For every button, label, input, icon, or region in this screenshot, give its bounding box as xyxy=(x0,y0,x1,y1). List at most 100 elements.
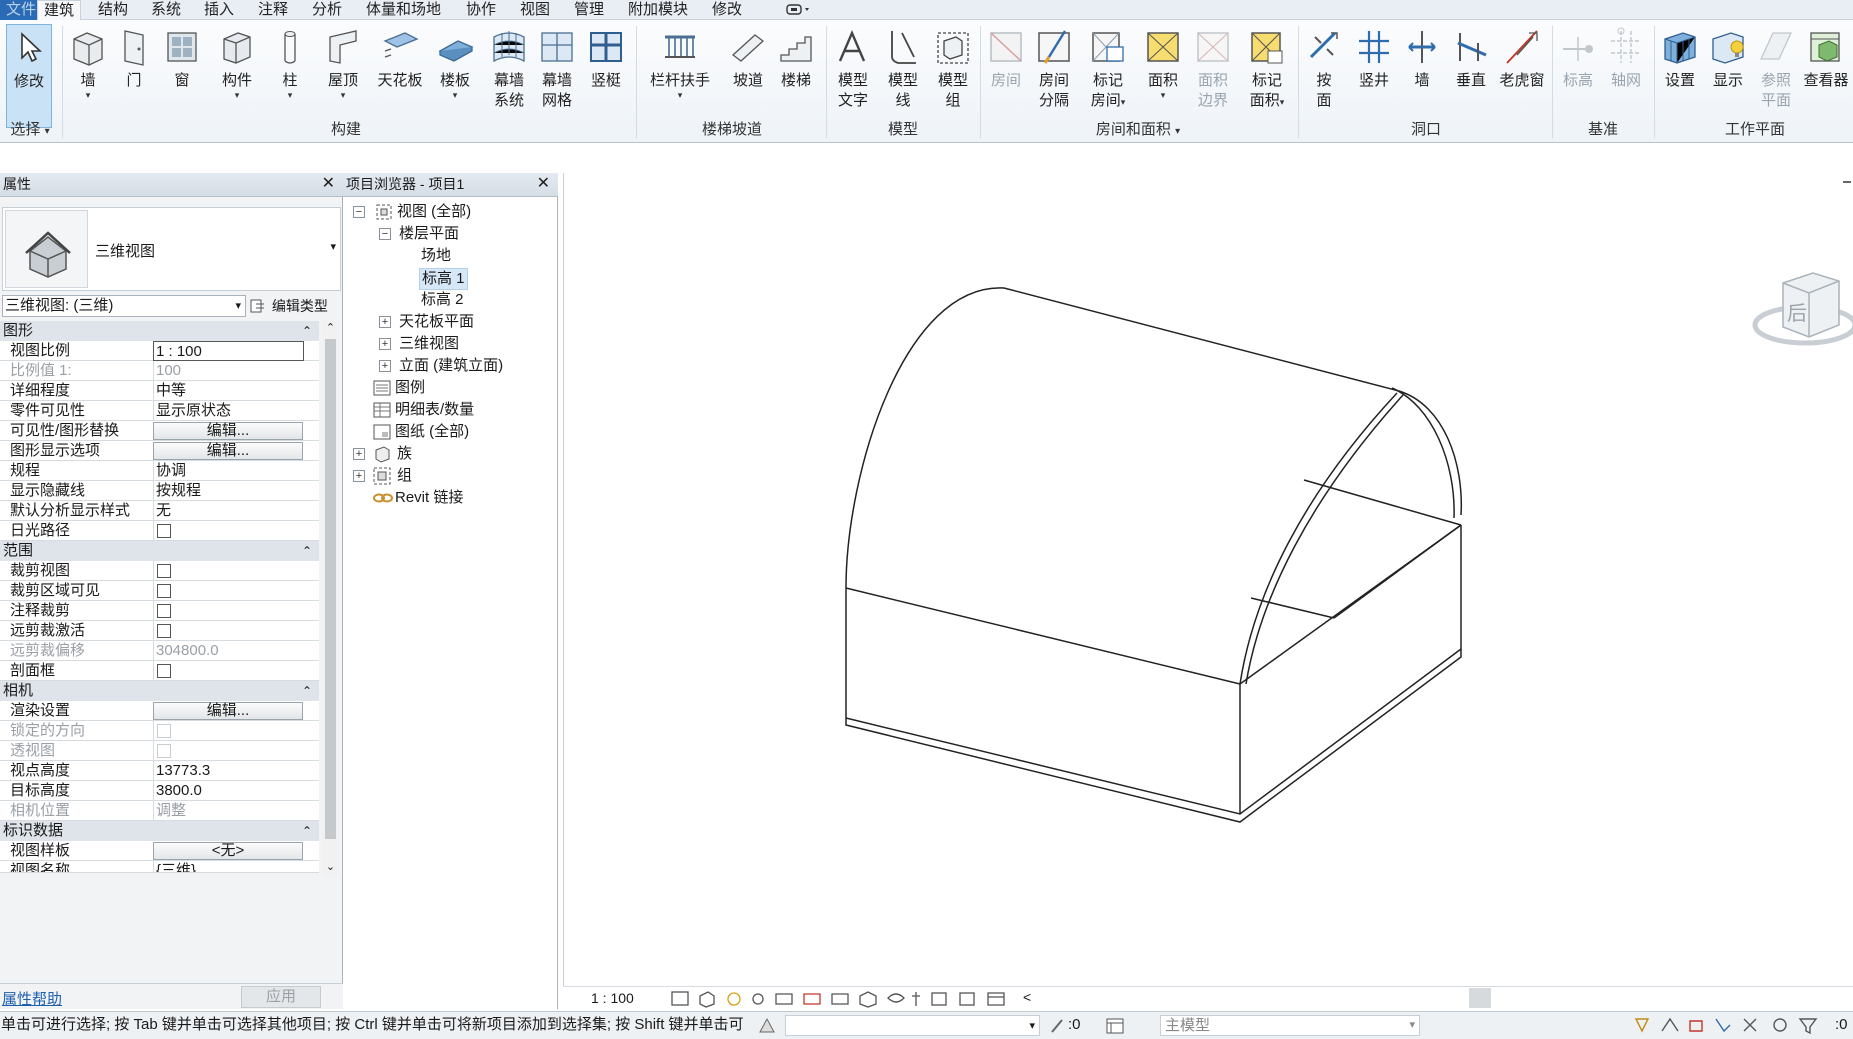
component-button[interactable]: 构件 ▾ xyxy=(214,24,260,128)
tab-options-dropdown[interactable] xyxy=(778,1,820,21)
view-scale-control[interactable]: 1 : 100 xyxy=(591,990,634,1006)
tab-systems[interactable]: 系统 xyxy=(145,0,187,20)
hidden-lines-value[interactable]: 按规程 xyxy=(153,481,303,501)
render-edit-button[interactable]: 编辑... xyxy=(153,702,303,720)
tab-addins[interactable]: 附加模块 xyxy=(622,0,694,20)
tab-structure[interactable]: 结构 xyxy=(92,0,134,20)
modify-button[interactable]: 修改 xyxy=(6,24,52,128)
vaulted-building-model[interactable] xyxy=(564,173,1853,986)
horizontal-scroll-thumb[interactable] xyxy=(1469,988,1491,1008)
column-button[interactable]: 柱 ▾ xyxy=(270,24,310,128)
detail-level-value[interactable]: 中等 xyxy=(153,381,303,401)
sun-path-checkbox[interactable] xyxy=(157,524,171,538)
tab-annotate[interactable]: 注释 xyxy=(252,0,294,20)
apply-button[interactable]: 应用 xyxy=(241,986,321,1008)
model-group-button[interactable]: 模型组 xyxy=(930,24,976,128)
wall-opening-button[interactable]: 墙 xyxy=(1400,24,1444,128)
close-icon[interactable]: ✕ xyxy=(322,175,335,193)
far-clip-checkbox[interactable] xyxy=(157,624,171,638)
collapse-icon[interactable]: − xyxy=(379,228,391,240)
tab-insert[interactable]: 插入 xyxy=(198,0,240,20)
viewcube[interactable]: 后 xyxy=(1743,253,1853,363)
view-template-button[interactable]: <无> xyxy=(153,842,303,860)
dormer-button[interactable]: 老虎窗 xyxy=(1494,24,1550,128)
view-instance-selector[interactable]: 三维视图: (三维) ▾ xyxy=(2,295,246,317)
tab-architecture[interactable]: 建筑 xyxy=(37,0,82,20)
viewer-button[interactable]: 查看器 xyxy=(1800,24,1852,128)
door-button[interactable]: 门 xyxy=(114,24,154,128)
show-workplane-button[interactable]: 显示 xyxy=(1706,24,1750,128)
model-line-button[interactable]: 模型线 xyxy=(880,24,926,128)
properties-help-link[interactable]: 属性帮助 xyxy=(2,988,62,1009)
view-bar-chevron[interactable]: < xyxy=(1023,989,1031,1005)
close-icon[interactable]: ✕ xyxy=(537,175,550,193)
3d-view-canvas[interactable]: 后 xyxy=(563,173,1853,1009)
model-text-button[interactable]: 模型 文字 xyxy=(830,24,876,128)
tag-area-button[interactable]: 标记 面积▾ xyxy=(1242,24,1292,128)
analysis-style-value[interactable]: 无 xyxy=(153,501,303,521)
tab-manage[interactable]: 管理 xyxy=(568,0,610,20)
curtain-grid-button[interactable]: 幕墙 网格 xyxy=(534,24,580,128)
mullion-button[interactable]: 竖梃 xyxy=(584,24,628,128)
tab-modify[interactable]: 修改 xyxy=(706,0,748,20)
room-separator-button[interactable]: 房间 分隔 xyxy=(1030,24,1078,128)
room-panel-label[interactable]: 房间和面积 ▾ xyxy=(984,120,1292,140)
crop-view-checkbox[interactable] xyxy=(157,564,171,578)
set-workplane-button[interactable]: 设置 xyxy=(1658,24,1702,128)
area-boundary-button[interactable]: 面积 边界 xyxy=(1190,24,1236,128)
gdo-edit-button[interactable]: 编辑... xyxy=(153,442,303,460)
parts-visibility-value[interactable]: 显示原状态 xyxy=(153,401,303,421)
workset-select[interactable]: ▾ xyxy=(785,1015,1040,1036)
railing-button[interactable]: 栏杆扶手 ▾ xyxy=(644,24,716,128)
shaft-button[interactable]: 竖井 xyxy=(1350,24,1398,128)
expand-icon[interactable]: + xyxy=(353,470,365,482)
stair-button[interactable]: 楼梯 xyxy=(772,24,820,128)
vertical-opening-button[interactable]: 垂直 xyxy=(1448,24,1494,128)
room-button[interactable]: 房间 xyxy=(984,24,1028,128)
scroll-up-icon[interactable]: ⌃ xyxy=(324,321,337,337)
category-camera[interactable]: 相机 ⌃ xyxy=(0,681,319,701)
category-identity[interactable]: 标识数据 ⌃ xyxy=(0,821,319,841)
tab-view[interactable]: 视图 xyxy=(514,0,556,20)
vg-edit-button[interactable]: 编辑... xyxy=(153,422,303,440)
grid-button[interactable]: 轴网 xyxy=(1602,24,1650,128)
view-scale-input[interactable]: 1 : 100 xyxy=(153,341,304,361)
discipline-value[interactable]: 协调 xyxy=(153,461,303,481)
expand-icon[interactable]: + xyxy=(379,360,391,372)
roof-button[interactable]: 屋顶 ▾ xyxy=(320,24,366,128)
floor-button[interactable]: 楼板 ▾ xyxy=(432,24,478,128)
type-selector[interactable]: 三维视图 ▾ xyxy=(2,207,341,291)
tab-analyze[interactable]: 分析 xyxy=(306,0,348,20)
ceiling-button[interactable]: 天花板 xyxy=(372,24,428,128)
target-elevation-value[interactable]: 3800.0 xyxy=(153,781,303,801)
properties-scrollbar[interactable]: ⌃ ⌄ xyxy=(322,321,339,876)
ramp-button[interactable]: 坡道 xyxy=(726,24,770,128)
collapse-icon[interactable]: − xyxy=(353,206,365,218)
design-option-select[interactable]: 主模型 ▾ xyxy=(1160,1015,1420,1036)
eye-elevation-value[interactable]: 13773.3 xyxy=(153,761,303,781)
area-button[interactable]: 面积 ▾ xyxy=(1140,24,1186,128)
tab-massing-site[interactable]: 体量和场地 xyxy=(360,0,447,20)
ref-plane-button[interactable]: 参照 平面 xyxy=(1752,24,1800,128)
scroll-thumb[interactable] xyxy=(325,339,336,839)
crop-visible-checkbox[interactable] xyxy=(157,584,171,598)
expand-icon[interactable]: + xyxy=(379,338,391,350)
section-box-checkbox[interactable] xyxy=(157,664,171,678)
expand-icon[interactable]: + xyxy=(379,316,391,328)
select-panel-label[interactable]: 选择 ▾ xyxy=(2,120,58,140)
category-extents[interactable]: 范围 ⌃ xyxy=(0,541,319,561)
annotation-crop-checkbox[interactable] xyxy=(157,604,171,618)
edit-type-button[interactable]: 编辑类型 xyxy=(250,295,342,317)
tab-file[interactable]: 文件 xyxy=(0,0,42,20)
window-button[interactable]: 窗 xyxy=(160,24,204,128)
category-graphics[interactable]: 图形 ⌃ xyxy=(0,321,319,341)
wall-button[interactable]: 墙 ▾ xyxy=(66,24,110,128)
level-button[interactable]: 标高 xyxy=(1556,24,1600,128)
scroll-down-icon[interactable]: ⌄ xyxy=(324,860,337,876)
view-name-value[interactable]: {三维} xyxy=(153,861,303,872)
expand-icon[interactable]: + xyxy=(353,448,365,460)
by-face-button[interactable]: 按面 xyxy=(1302,24,1346,128)
curtain-system-button[interactable]: 幕墙 系统 xyxy=(486,24,532,128)
tab-collaborate[interactable]: 协作 xyxy=(460,0,502,20)
tag-room-button[interactable]: 标记 房间▾ xyxy=(1082,24,1134,128)
